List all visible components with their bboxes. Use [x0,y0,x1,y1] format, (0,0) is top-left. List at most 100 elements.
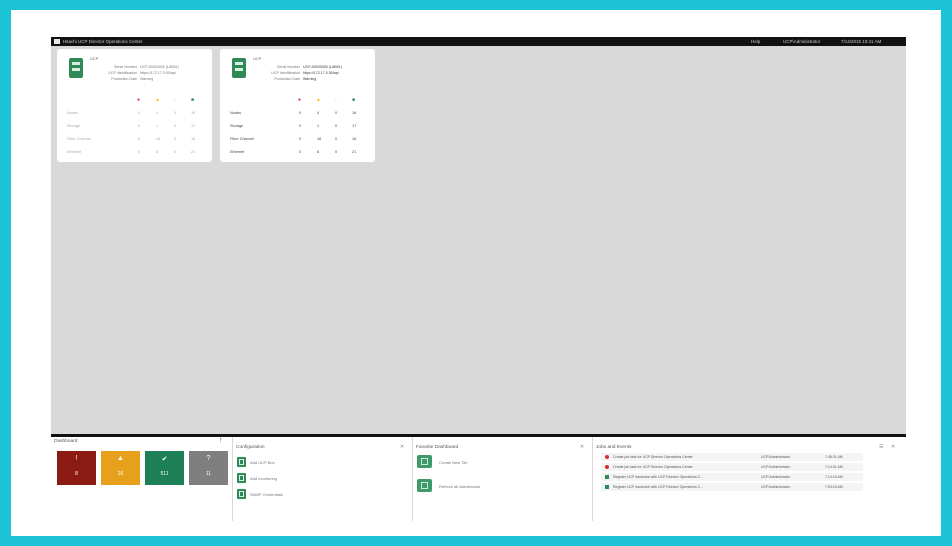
status-row: Nodes 0 4 0 16 [220,111,375,121]
favorite-panel: Favorite Dashboard ✕ Create New Tile Ref… [413,437,593,521]
close-icon[interactable]: ✕ [400,444,404,450]
unknown-count: 11 [205,471,212,477]
unknown-count: 0 [174,124,177,128]
job-time: 7:03:16 AM [825,485,843,489]
job-user: UCP\Administrator [761,455,790,459]
title-bar: Hitachi UCP Director Operations Center H… [51,37,906,46]
row-label: Ethernet [230,150,245,154]
collapse-arrow-icon[interactable]: ↑ [219,437,223,444]
warning-icon: ▲ [155,97,160,103]
normal-count: 16 [191,111,196,115]
normal-count: 16 [352,137,357,141]
job-row[interactable]: Register UCP hardware with UCP Director … [601,483,863,491]
job-time: 7:14:31 AM [825,465,843,469]
job-desc: Register UCP hardware with UCP Director … [613,485,704,489]
row-label: Fibre Channel [230,137,254,141]
unknown-count: 0 [174,111,177,115]
credentials-icon [237,489,246,499]
app-window: Hitachi UCP Director Operations Center H… [51,37,906,521]
ucp-card[interactable]: UCP Serial Number UCP-00000000 (LAB01) U… [220,49,375,162]
critical-count: 0 [138,111,141,115]
unknown-count: 0 [174,150,177,154]
warning-tile[interactable]: ▲ 26 [101,451,140,485]
normal-tile[interactable]: ✔ 511 [145,451,184,485]
status-row: Ethernet 0 8 0 21 [220,150,375,160]
row-label: Storage [67,124,81,128]
critical-count: 0 [138,137,141,141]
job-desc: Create job task for UCP Director Operati… [613,465,693,469]
job-row[interactable]: Register UCP hardware with UCP Director … [601,473,863,481]
refresh-dashboards-link[interactable]: Refresh all dashboards [439,484,480,489]
normal-count: 21 [352,150,357,154]
job-desc: Register UCP hardware with UCP Director … [613,475,704,479]
critical-tile[interactable]: ! 8 [57,451,96,485]
prop-value: UCP-00000000 (LAB01) [140,65,179,69]
prop-value: https://172.17.0.50/api [140,71,176,75]
normal-icon: ■ [191,97,195,103]
job-time: 7:14:16 AM [825,475,843,479]
critical-count: 0 [299,150,302,154]
warning-count: 16 [317,137,322,141]
job-user: UCP\Administrator [761,465,790,469]
create-tile-link[interactable]: Create New Tile [439,460,467,465]
question-icon: ? [206,455,211,462]
critical-icon: ! [75,455,78,462]
status-row: Ethernet 0 8 0 21 [57,150,212,160]
help-link[interactable]: Help [751,37,760,46]
user-menu[interactable]: UCP\Administrator [783,37,820,46]
status-row: Storage 0 1 0 17 [57,124,212,134]
add-box-icon [237,457,246,467]
critical-count: 0 [138,124,141,128]
critical-count: 0 [299,137,302,141]
check-icon: ✔ [161,456,168,463]
prop-value: Warning [303,77,317,81]
unknown-count: 0 [335,150,338,154]
job-user: UCP\Administrator [761,475,790,479]
success-icon [605,475,609,479]
add-ucp-box-link[interactable]: Add UCP Box [250,460,275,465]
prop-value: Warning [140,77,154,81]
normal-count: 16 [191,137,196,141]
snmp-credentials-link[interactable]: SNMP Credentials [250,492,283,497]
critical-count: 0 [138,150,141,154]
warning-count: 1 [317,124,320,128]
list-view-icon[interactable]: ☰ [879,444,883,450]
prop-key: Production Date [111,77,137,81]
ucp-card[interactable]: UCP Serial Number UCP-00000000 (LAB01) U… [57,49,212,162]
warning-count: 16 [156,137,161,141]
job-row[interactable]: Create job task for UCP Director Operati… [601,453,863,461]
jobs-title: Jobs and Events [596,445,632,450]
warning-count: 4 [156,111,159,115]
job-row[interactable]: Create job task for UCP Director Operati… [601,463,863,471]
prop-key: Production Date [274,77,300,81]
prop-key: Serial Number [277,65,300,69]
unknown-count: 0 [335,111,338,115]
normal-count: 21 [191,150,196,154]
app-logo-icon [54,39,60,44]
app-title: Hitachi UCP Director Operations Center [63,39,143,44]
job-user: UCP\Administrator [761,485,790,489]
job-time: 7:48:31 AM [825,455,843,459]
critical-icon: ● [137,97,141,103]
unknown-tile[interactable]: ? 11 [189,451,228,485]
row-label: Nodes [230,111,241,115]
warning-count: 8 [156,150,159,154]
critical-count: 0 [299,111,302,115]
row-label: Storage [230,124,244,128]
warning-count: 1 [156,124,159,128]
status-row: Fibre Channel 0 16 0 16 [220,137,375,147]
warning-count: 4 [317,111,320,115]
close-icon[interactable]: ✕ [580,444,584,450]
close-icon[interactable]: ✕ [891,444,895,450]
normal-count: 17 [191,124,196,128]
datetime-display: 7/14/2015 10:41 AM [841,39,882,44]
unknown-icon: ○ [173,97,177,103]
prop-key: Serial Number [114,65,137,69]
normal-count: 16 [352,111,357,115]
normal-count: 17 [352,124,357,128]
dashboard-title: Dashboard [54,439,78,444]
dashboard-panel: Dashboard ↑ ! 8 ▲ 26 ✔ 511 ? 11 [51,437,233,521]
warning-icon: ▲ [117,455,124,462]
add-monitoring-link[interactable]: Add monitoring [250,476,277,481]
critical-count: 0 [299,124,302,128]
